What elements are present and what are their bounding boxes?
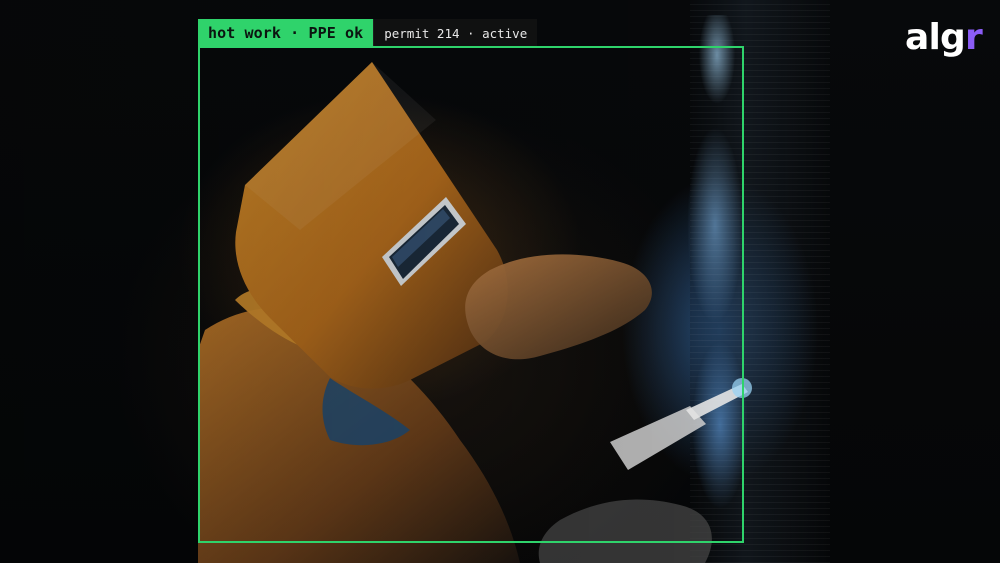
brand-logo: alg r — [905, 17, 983, 58]
brand-logo-main: alg — [905, 17, 966, 58]
status-tag: hot work · PPE ok permit 214 · active — [198, 19, 538, 47]
brand-logo-accent: r — [965, 17, 983, 58]
welder-photo — [0, 0, 1000, 563]
status-tag-secondary: permit 214 · active — [373, 19, 538, 47]
status-tag-primary: hot work · PPE ok — [198, 19, 374, 47]
